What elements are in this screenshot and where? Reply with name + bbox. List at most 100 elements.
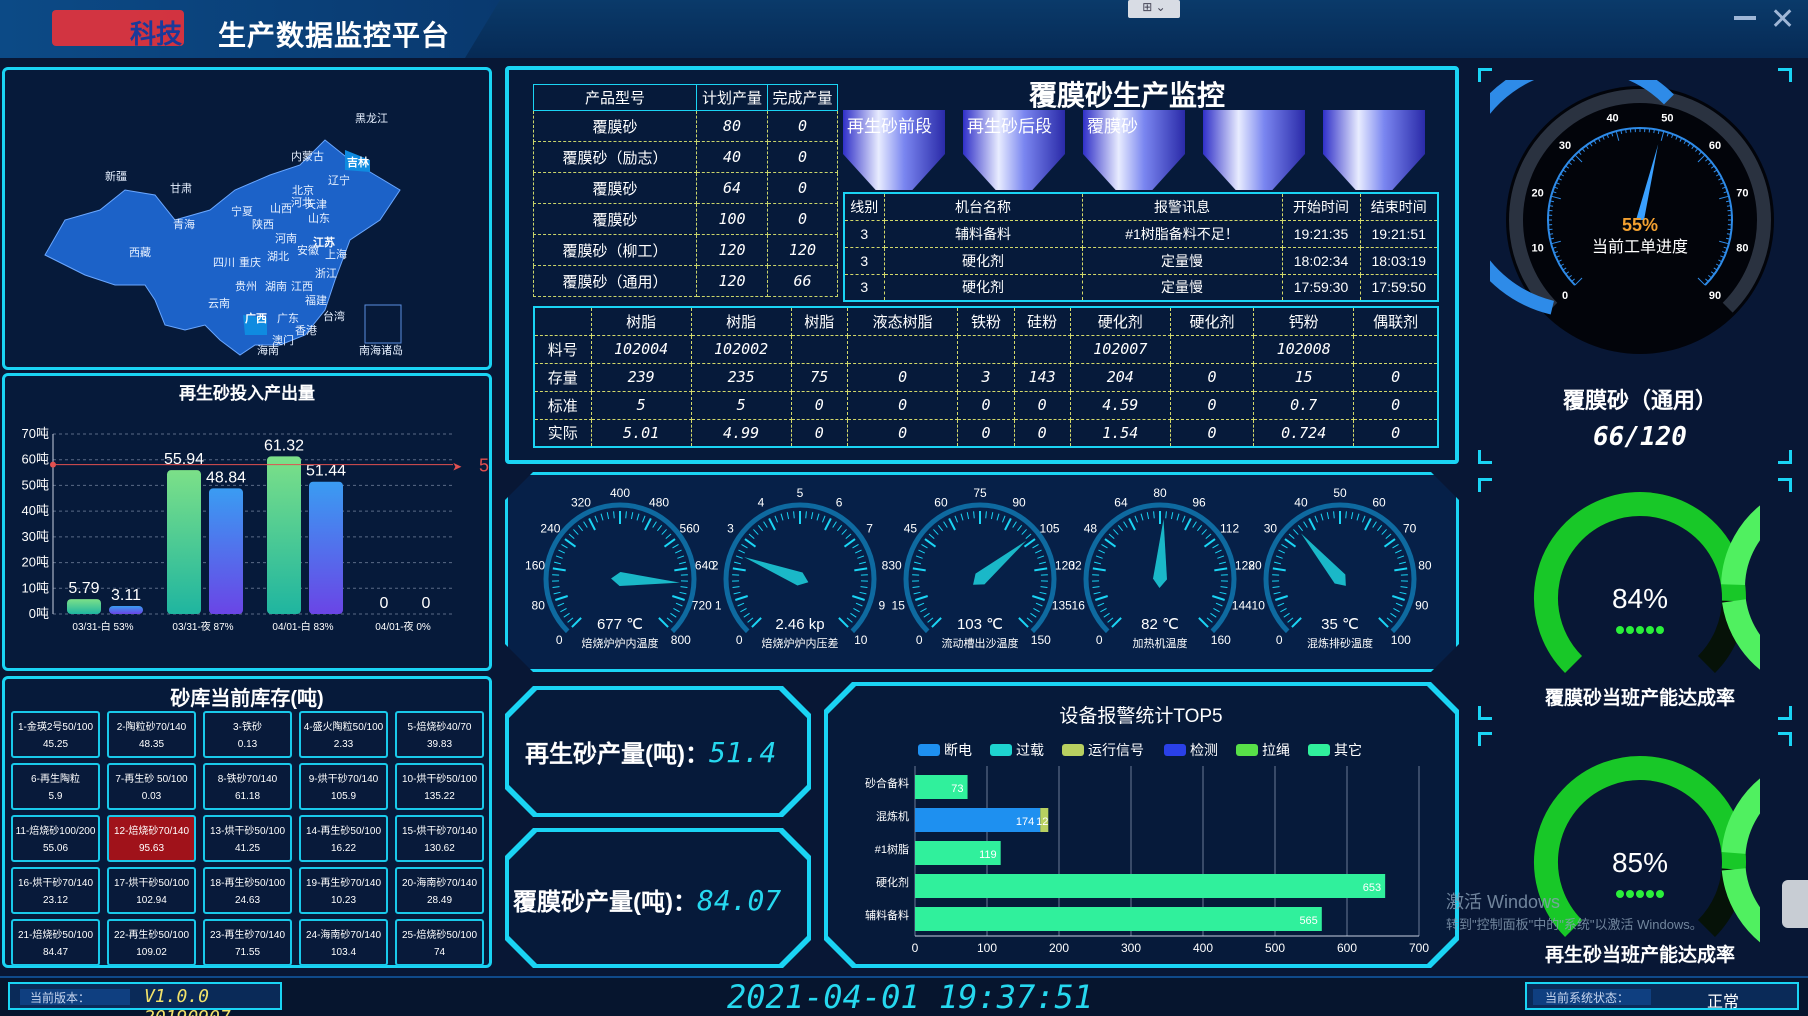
stock-value: 48.35	[138, 739, 165, 750]
stock-cell[interactable]: 23-再生砂70/140 71.55	[203, 919, 292, 966]
gauge-tick	[733, 587, 740, 588]
gauge-scale-label: 7	[866, 521, 873, 535]
table-row[interactable]: 覆膜砂 80 0	[533, 110, 838, 142]
stock-cell[interactable]: 16-烘干砂70/140 23.12	[11, 867, 100, 914]
gauge-tick	[572, 618, 581, 627]
table-row[interactable]: 3 辅料备料 #1树脂备料不足！ 19:21:35 19:21:51	[843, 219, 1439, 248]
table-row[interactable]: 实际 5.01 4.99 0 0 0 0 1.54 0 0.724 0	[533, 418, 1439, 448]
y-tick-label: 20吨	[22, 555, 49, 570]
gauge-tick	[1037, 556, 1044, 558]
gauge-scale-label: 720	[692, 599, 712, 613]
stock-cell[interactable]: 15-烘干砂70/140 130.62	[395, 815, 484, 862]
table-row[interactable]: 料号 102004 102002 102007 102008	[533, 334, 1439, 364]
stock-value: 10.23	[330, 895, 357, 906]
bar-value-label: 73	[951, 783, 963, 795]
gauge-tick	[1384, 539, 1395, 547]
gauge-needle	[744, 557, 808, 585]
gauge-scale-label: 75	[973, 486, 987, 500]
progress-scale-label: 20	[1531, 188, 1543, 200]
stock-cell[interactable]: 5-焙烧砂40/70 39.83	[395, 711, 484, 758]
cell: 0	[846, 390, 959, 420]
gauge-scale-label: 6	[836, 495, 843, 509]
stock-cell[interactable]: 13-烘干砂50/100 41.25	[203, 815, 292, 862]
gauge-tick	[578, 525, 582, 531]
gauge-tick	[764, 522, 768, 528]
stock-name: 24-海南砂70/140	[305, 930, 382, 941]
stock-cell[interactable]: 7-再生砂 50/100 0.03	[107, 763, 196, 810]
gauge-tick	[1104, 613, 1110, 617]
bar-value-label: 119	[979, 849, 997, 861]
table-row[interactable]: 覆膜砂（柳工） 120 120	[533, 234, 838, 266]
stock-cell[interactable]: 10-烘干砂50/100 135.22	[395, 763, 484, 810]
stock-cell[interactable]: 9-烘干砂70/140 105.9	[299, 763, 388, 810]
gauge-tick	[1214, 568, 1227, 570]
cell: 5	[690, 390, 792, 420]
stock-name: 17-烘干砂50/100	[113, 878, 190, 889]
gauge-scale-label: 0	[736, 633, 743, 647]
table-row[interactable]: 标准 5 5 0 0 0 0 4.59 0 0.7 0	[533, 390, 1439, 420]
gauge-scale-label: 80	[532, 599, 546, 613]
gauge-tick	[752, 618, 761, 627]
cell: 0	[790, 390, 848, 420]
gauge-scale-label: 60	[1372, 495, 1386, 509]
stock-cell[interactable]: 12-焙烧砂70/140 95.63	[107, 815, 196, 862]
minimize-icon[interactable]	[1734, 16, 1756, 20]
stock-cell[interactable]: 1-金瑛2号50/100 45.25	[11, 711, 100, 758]
table-header: 硬化剂	[1069, 306, 1171, 336]
stock-cell[interactable]: 2-陶粒砂70/140 48.35	[107, 711, 196, 758]
gauge-tick	[1278, 550, 1284, 553]
cell: 存量	[533, 362, 592, 392]
stock-cell[interactable]: 6-再生陶粒 5.9	[11, 763, 100, 810]
x-tick-label: 03/31-夜 87%	[172, 620, 233, 633]
stock-value: 55.06	[42, 843, 69, 854]
stock-cell[interactable]: 8-铁砂70/140 61.18	[203, 763, 292, 810]
table-row[interactable]: 覆膜砂（通用） 120 66	[533, 265, 838, 297]
stock-cell[interactable]: 11-焙烧砂100/200 55.06	[11, 815, 100, 862]
stock-cell[interactable]: 4-盛火陶粒50/100 2.33	[299, 711, 388, 758]
table-row[interactable]: 覆膜砂 64 0	[533, 172, 838, 204]
gauge-tick	[631, 512, 632, 519]
table-row[interactable]: 3 硬化剂 定量慢 18:02:34 18:03:19	[843, 246, 1439, 275]
gauge-tick	[1093, 568, 1106, 570]
cell: 0	[1353, 362, 1439, 392]
coated-output-panel: 覆膜砂产量(吨)：84.07	[505, 828, 811, 968]
side-scroll-handle[interactable]	[1782, 880, 1808, 928]
gauge-tick	[918, 603, 924, 606]
work-order-progress: 0 10 20 30 40 50 60 70 80 90 55% 当前工单进度	[1490, 80, 1774, 354]
gauge-label: 焙烧炉炉内压差	[762, 636, 839, 650]
window-menu-button[interactable]: ⊞ ⌄	[1128, 0, 1180, 18]
stock-cell[interactable]: 22-再生砂50/100 109.02	[107, 919, 196, 966]
progress-ratio: 66/120	[1593, 422, 1687, 452]
cell: 19:21:51	[1359, 219, 1439, 248]
cell: 覆膜砂	[533, 172, 697, 204]
gauge-tick	[1373, 522, 1377, 528]
gauge-scale-label: 90	[1415, 599, 1429, 613]
stock-cell[interactable]: 20-海南砂70/140 28.49	[395, 867, 484, 914]
gauge-tick	[1207, 618, 1212, 622]
table-row[interactable]: 覆膜砂 100 0	[533, 203, 838, 235]
stock-cell[interactable]: 19-再生砂70/140 10.23	[299, 867, 388, 914]
stock-cell[interactable]: 3-铁砂 0.13	[203, 711, 292, 758]
cell: 0	[1169, 362, 1255, 392]
bar	[915, 907, 1322, 931]
cell: 0	[1169, 418, 1255, 448]
map-label: 香港	[295, 325, 317, 337]
stock-cell[interactable]: 24-海南砂70/140 103.4	[299, 919, 388, 966]
stock-cell[interactable]: 21-焙烧砂50/100 84.47	[11, 919, 100, 966]
table-row[interactable]: 覆膜砂（励志） 40 0	[533, 141, 838, 173]
stock-cell[interactable]: 18-再生砂50/100 24.63	[203, 867, 292, 914]
gauge-tick	[734, 562, 741, 564]
table-header-row: 线别 机台名称 报警讯息 开始时间 结束时间	[843, 192, 1439, 221]
table-row[interactable]: 存量 239 235 75 0 3 143 204 0 15 0	[533, 362, 1439, 392]
gauge-tick	[974, 511, 975, 518]
table-row[interactable]: 3 硬化剂 定量慢 17:59:30 17:59:50	[843, 273, 1439, 302]
stock-cell[interactable]: 14-再生砂50/100 16.22	[299, 815, 388, 862]
coated-output-label: 覆膜砂产量(吨)：	[513, 889, 697, 916]
close-icon[interactable]: ✕	[1770, 2, 1795, 37]
bar	[109, 606, 143, 614]
stock-cell[interactable]: 25-焙烧砂50/100 74	[395, 919, 484, 966]
gauge-tick	[1285, 539, 1296, 547]
stock-cell[interactable]: 17-烘干砂50/100 102.94	[107, 867, 196, 914]
bar-value-label: 51.44	[306, 463, 346, 480]
cell: 102002	[690, 334, 792, 364]
